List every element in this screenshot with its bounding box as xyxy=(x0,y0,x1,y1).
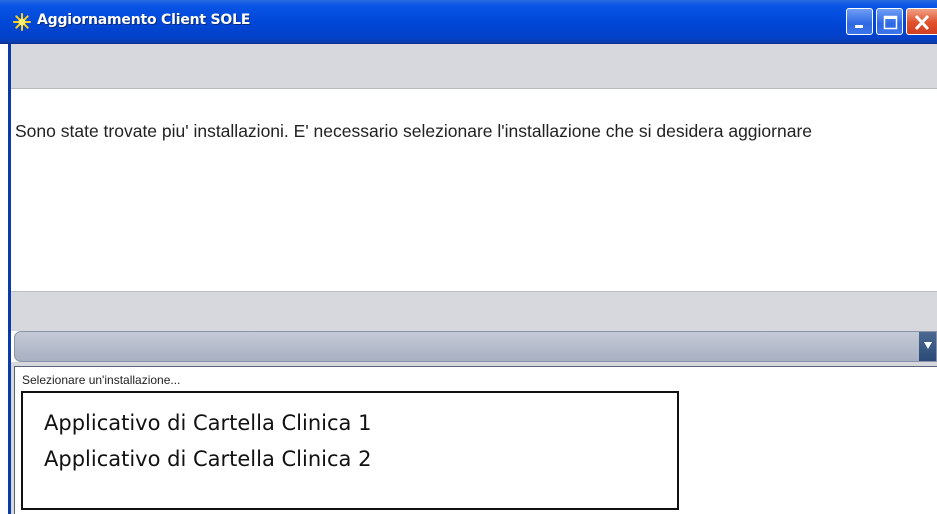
chevron-down-icon xyxy=(924,342,932,349)
list-item-installation-2[interactable]: Applicativo di Cartella Clinica 2 xyxy=(44,447,371,471)
instruction-message: Sono state trovate piu' installazioni. E… xyxy=(15,121,813,141)
combobox-arrow-button[interactable] xyxy=(919,332,936,361)
app-window: Aggiornamento Client SOLE Sono state tro… xyxy=(0,0,937,514)
maximize-button[interactable] xyxy=(876,8,903,35)
dropdown-hint: Selezionare un'installazione... xyxy=(22,373,181,387)
close-button[interactable] xyxy=(906,8,937,35)
installation-combobox[interactable] xyxy=(14,331,937,362)
installation-list[interactable]: Applicativo di Cartella Clinica 1 Applic… xyxy=(21,391,679,510)
close-icon xyxy=(914,14,930,31)
minimize-icon xyxy=(855,25,863,28)
sun-icon xyxy=(13,13,31,31)
list-item-installation-1[interactable]: Applicativo di Cartella Clinica 1 xyxy=(44,411,371,435)
maximize-icon xyxy=(883,15,898,30)
toolbar-band xyxy=(11,44,937,89)
title-bar[interactable]: Aggiornamento Client SOLE xyxy=(0,0,937,44)
window-title: Aggiornamento Client SOLE xyxy=(37,12,251,28)
minimize-button[interactable] xyxy=(846,8,873,35)
separator-band xyxy=(11,291,937,331)
window-left-border xyxy=(0,44,11,514)
